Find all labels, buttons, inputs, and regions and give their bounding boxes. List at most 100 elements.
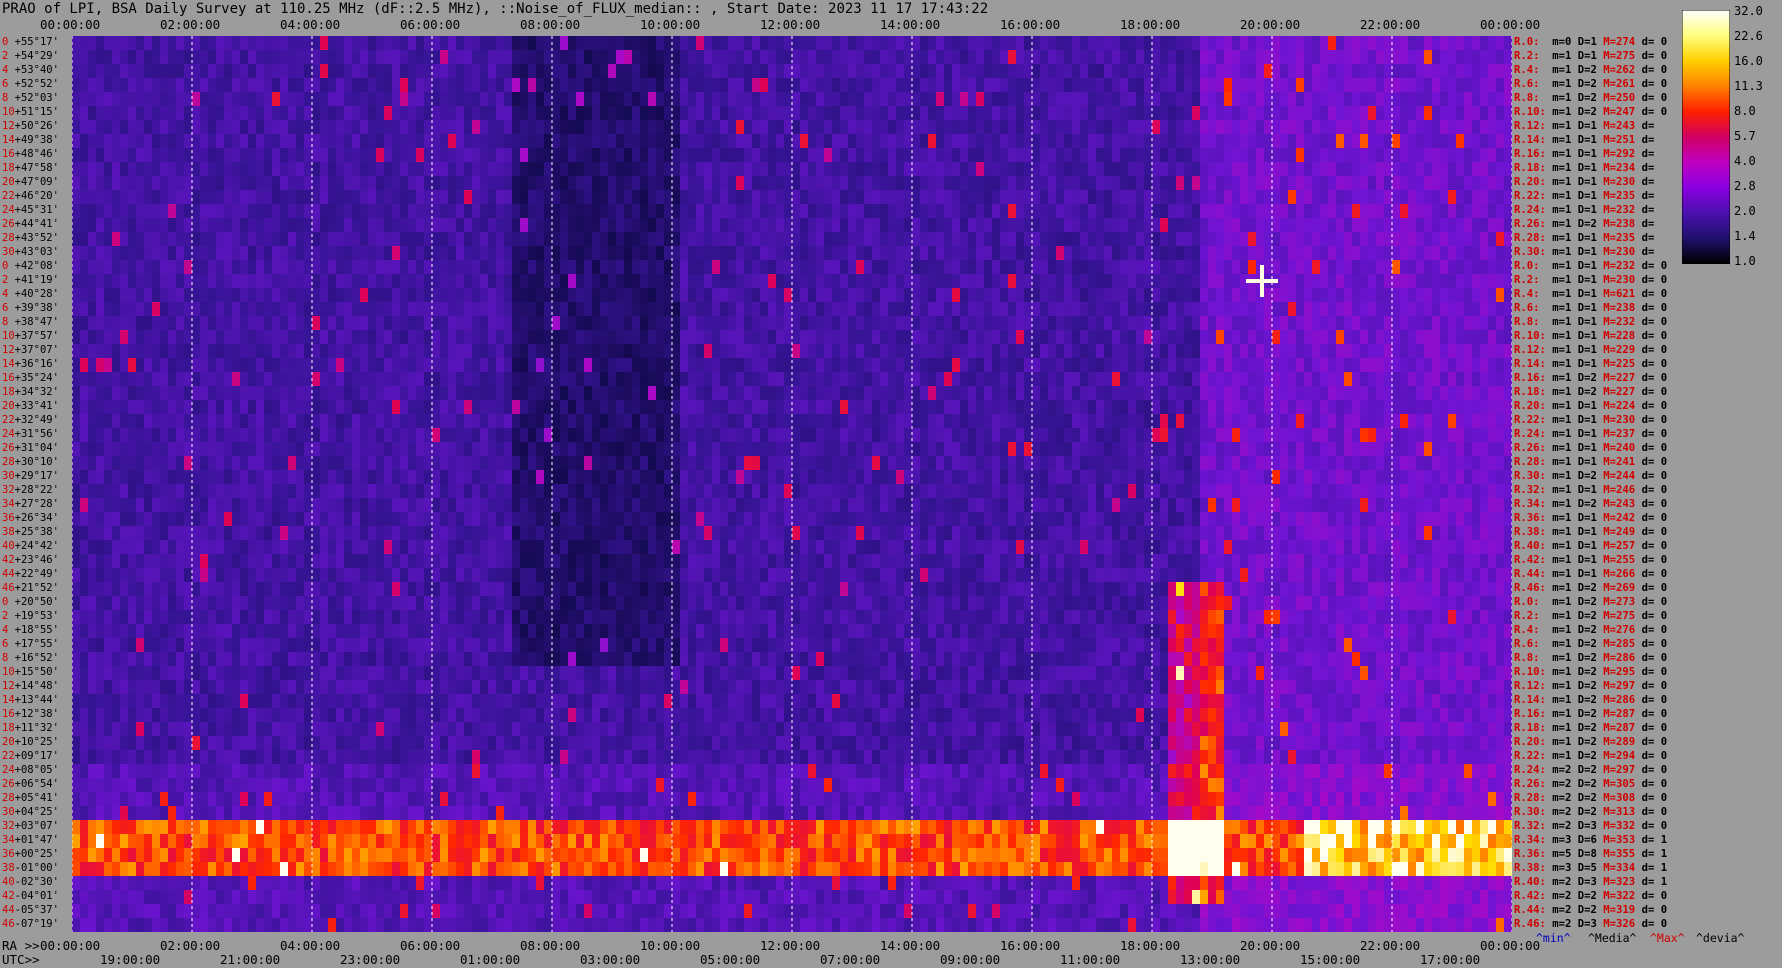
heatmap-cell: [760, 358, 769, 373]
heatmap-cell: [1344, 218, 1353, 233]
heatmap-cell: [680, 260, 689, 275]
heatmap-cell: [976, 260, 985, 275]
heatmap-cell: [1472, 92, 1481, 107]
heatmap-cell: [1280, 302, 1289, 317]
dec-label: 42+23°46': [2, 555, 59, 566]
heatmap-cell: [576, 106, 585, 121]
heatmap-cell: [1336, 36, 1345, 51]
heatmap-cell: [416, 120, 425, 135]
heatmap-cell: [1232, 274, 1241, 289]
heatmap-cell: [200, 344, 209, 359]
heatmap-cell: [848, 358, 857, 373]
heatmap-cell: [840, 204, 849, 219]
heatmap-cell: [576, 134, 585, 149]
heatmap-cell: [992, 162, 1001, 177]
heatmap-cell: [792, 50, 801, 65]
heatmap-cell: [640, 148, 649, 163]
heatmap-cell: [808, 288, 817, 303]
heatmap-cell: [1288, 302, 1297, 317]
heatmap-cell: [896, 358, 905, 373]
heatmap-cell: [784, 190, 793, 205]
heatmap-cell: [1208, 260, 1217, 275]
dec-label: 10+51°15': [2, 107, 59, 118]
heatmap-cell: [744, 190, 753, 205]
heatmap-cell: [1096, 260, 1105, 275]
heatmap-cell: [1016, 204, 1025, 219]
heatmap-cell: [952, 288, 961, 303]
heatmap-cell: [1248, 316, 1257, 331]
heatmap-cell: [752, 148, 761, 163]
heatmap-cell: [736, 372, 745, 387]
heatmap-cell: [1048, 302, 1057, 317]
heatmap-cell: [824, 50, 833, 65]
heatmap-cell: [496, 288, 505, 303]
heatmap-cell: [936, 246, 945, 261]
heatmap-cell: [288, 64, 297, 79]
heatmap-cell: [128, 344, 137, 359]
heatmap-cell: [1480, 358, 1489, 373]
heatmap-cell: [584, 274, 593, 289]
heatmap-cell: [864, 36, 873, 51]
heatmap-cell: [640, 106, 649, 121]
heatmap-cell: [192, 260, 201, 275]
heatmap-cell: [496, 92, 505, 107]
heatmap-cell: [1152, 134, 1161, 149]
heatmap-cell: [1200, 134, 1209, 149]
heatmap-cell: [304, 218, 313, 233]
heatmap-cell: [160, 302, 169, 317]
heatmap-cell: [72, 106, 81, 121]
heatmap-cell: [600, 330, 609, 345]
heatmap-cell: [464, 106, 473, 121]
heatmap-cell: [944, 386, 953, 401]
heatmap-cell: [792, 358, 801, 373]
heatmap-cell: [400, 302, 409, 317]
heatmap-cell: [1096, 204, 1105, 219]
heatmap-cell: [1008, 204, 1017, 219]
heatmap-cell: [1432, 358, 1441, 373]
heatmap-cell: [936, 260, 945, 275]
heatmap-cell: [248, 316, 257, 331]
heatmap-cell: [272, 372, 281, 387]
heatmap-cell: [448, 358, 457, 373]
heatmap-cell: [824, 64, 833, 79]
heatmap-cell: [1496, 288, 1505, 303]
heatmap-cell: [96, 106, 105, 121]
heatmap-cell: [344, 50, 353, 65]
heatmap-cell: [1160, 162, 1169, 177]
heatmap-cell: [1216, 330, 1225, 345]
heatmap-cell: [1336, 176, 1345, 191]
heatmap-cell: [928, 120, 937, 135]
heatmap-cell: [1264, 204, 1273, 219]
heatmap-cell: [208, 218, 217, 233]
heatmap-cell: [552, 274, 561, 289]
heatmap-cell: [376, 92, 385, 107]
heatmap-cell: [968, 344, 977, 359]
heatmap-cell: [1048, 218, 1057, 233]
heatmap-cell: [1232, 372, 1241, 387]
heatmap-cell: [1104, 372, 1113, 387]
dec-label: 26+31°04': [2, 443, 59, 454]
heatmap-cell: [808, 274, 817, 289]
heatmap-cell: [1280, 50, 1289, 65]
heatmap-cell: [936, 274, 945, 289]
top-tick: 02:00:00: [160, 17, 221, 32]
heatmap-cell: [944, 372, 953, 387]
heatmap-cell: [168, 162, 177, 177]
heatmap-cell: [632, 330, 641, 345]
heatmap-cell: [408, 176, 417, 191]
dec-value: +26°34': [14, 512, 59, 524]
heatmap-cell: [320, 246, 329, 261]
heatmap-cell: [1488, 204, 1497, 219]
heatmap-cell: [160, 260, 169, 275]
heatmap-cell: [744, 78, 753, 93]
heatmap-cell: [208, 120, 217, 135]
heatmap-cell: [1240, 204, 1249, 219]
heatmap-cell: [1176, 372, 1185, 387]
heatmap-cell: [392, 372, 401, 387]
heatmap-cell: [1424, 106, 1433, 121]
heatmap-cell: [1472, 120, 1481, 135]
heatmap-cell: [448, 36, 457, 51]
heatmap-cell: [1304, 358, 1313, 373]
heatmap-cell: [72, 36, 81, 51]
heatmap-cell: [320, 204, 329, 219]
